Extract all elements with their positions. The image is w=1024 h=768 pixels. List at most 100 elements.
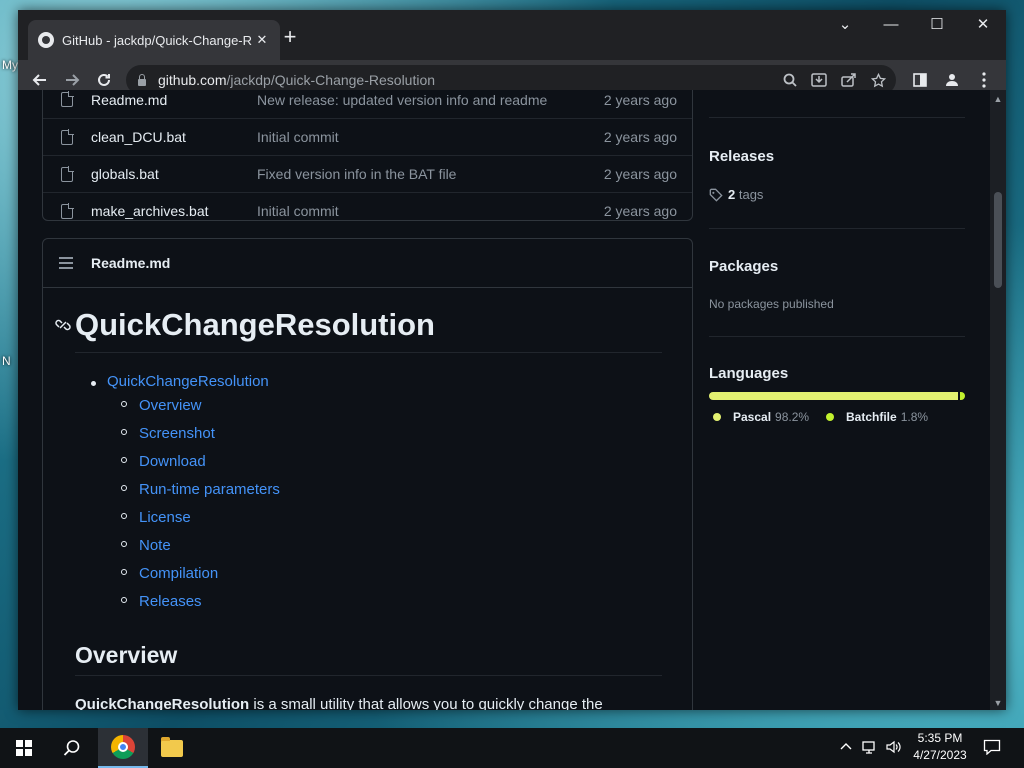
page-viewport: Readme.md New release: updated version i…: [18, 90, 990, 710]
toc-link[interactable]: Run-time parameters: [139, 481, 280, 498]
language-bar-segment[interactable]: [960, 392, 965, 400]
page-scrollbar[interactable]: ▲ ▼: [990, 90, 1006, 710]
language-bar[interactable]: [709, 392, 965, 400]
packages-heading[interactable]: Packages: [709, 258, 778, 275]
tab-search-button[interactable]: ⌄: [822, 10, 868, 42]
file-name[interactable]: clean_DCU.bat: [91, 129, 186, 145]
toc-link[interactable]: Download: [139, 453, 206, 470]
system-clock[interactable]: 5:35 PM 4/27/2023: [905, 730, 975, 764]
language-percent: 1.8%: [900, 410, 929, 424]
outline-list-icon[interactable]: [59, 257, 75, 269]
start-button[interactable]: [0, 728, 48, 768]
kebab-menu-icon: [982, 72, 986, 88]
search-button[interactable]: [48, 728, 96, 768]
scroll-up-icon[interactable]: ▲: [990, 94, 1006, 104]
profile-icon: [946, 74, 958, 86]
file-row[interactable]: globals.bat Fixed version info in the BA…: [43, 155, 692, 192]
network-icon[interactable]: [862, 740, 878, 757]
chrome-icon: [111, 735, 135, 759]
commit-message[interactable]: New release: updated version info and re…: [257, 92, 547, 108]
zoom-search-icon[interactable]: [783, 73, 797, 87]
minimize-button[interactable]: —: [868, 10, 914, 42]
commit-age: 2 years ago: [603, 203, 677, 219]
file-name[interactable]: Readme.md: [91, 92, 167, 108]
languages-heading: Languages: [709, 365, 789, 382]
readme-header: Readme.md: [43, 239, 692, 288]
bullet: [91, 381, 96, 386]
file-name[interactable]: globals.bat: [91, 166, 159, 182]
scroll-thumb[interactable]: [994, 192, 1002, 288]
divider: [75, 352, 662, 353]
readme-paragraph: QuickChangeResolution is a small utility…: [75, 696, 603, 710]
share-icon[interactable]: [841, 72, 857, 87]
toc-link[interactable]: Releases: [139, 593, 202, 610]
scroll-down-icon[interactable]: ▼: [990, 698, 1006, 708]
commit-message[interactable]: Initial commit: [257, 203, 339, 219]
anchor-link-icon[interactable]: [55, 319, 71, 331]
commit-message[interactable]: Initial commit: [257, 129, 339, 145]
close-window-button[interactable]: ✕: [960, 10, 1006, 42]
bullet: [121, 485, 127, 491]
toc-link[interactable]: Note: [139, 537, 171, 554]
notifications-icon[interactable]: [983, 739, 1001, 758]
commit-age: 2 years ago: [603, 129, 677, 145]
back-arrow-icon: [32, 74, 46, 86]
packages-text: No packages published: [709, 297, 834, 311]
tags-count: 2: [728, 187, 736, 202]
divider: [709, 228, 965, 229]
file-row[interactable]: Readme.md New release: updated version i…: [43, 90, 692, 118]
readme-title: QuickChangeResolution: [75, 307, 435, 342]
divider: [709, 336, 965, 337]
commit-age: 2 years ago: [603, 91, 677, 108]
language-bar-segment[interactable]: [709, 392, 959, 400]
new-tab-button[interactable]: +: [276, 24, 304, 52]
language-item[interactable]: Batchfile 1.8%: [826, 410, 928, 424]
toc-link[interactable]: Overview: [139, 397, 202, 414]
toc-link[interactable]: License: [139, 509, 191, 526]
readme-panel: Readme.md QuickChangeResolution QuickCha…: [42, 238, 693, 710]
install-app-icon[interactable]: [811, 72, 827, 87]
toc-link[interactable]: Screenshot: [139, 425, 215, 442]
language-item[interactable]: Pascal 98.2%: [713, 410, 809, 424]
commit-message[interactable]: Fixed version info in the BAT file: [257, 166, 456, 182]
tags-label: tags: [738, 187, 764, 202]
volume-icon[interactable]: [886, 740, 902, 757]
bullet: [121, 569, 127, 575]
readme-filename[interactable]: Readme.md: [91, 255, 170, 271]
chevron-up-icon[interactable]: [840, 740, 852, 756]
bullet: [121, 401, 127, 407]
taskbar-chrome[interactable]: [98, 728, 148, 768]
bullet: [121, 513, 127, 519]
tags-link[interactable]: 2 tags: [728, 187, 763, 202]
commit-age: 2 years ago: [603, 166, 677, 182]
toc-link[interactable]: Compilation: [139, 565, 218, 582]
clock-time: 5:35 PM: [917, 731, 963, 745]
browser-window: GitHub - jackdp/Quick-Change-R ✕ + ⌄ — ☐…: [18, 10, 1006, 710]
file-name[interactable]: make_archives.bat: [91, 203, 209, 219]
file-icon: [61, 91, 74, 107]
section-heading: Overview: [75, 642, 178, 668]
folder-icon: [161, 736, 183, 757]
file-row[interactable]: clean_DCU.bat Initial commit 2 years ago: [43, 118, 692, 155]
file-icon: [61, 202, 74, 219]
bookmark-star-icon[interactable]: [871, 72, 886, 88]
releases-heading[interactable]: Releases: [709, 148, 774, 165]
desktop-icon-label[interactable]: N: [2, 354, 11, 368]
language-color-dot: [826, 413, 834, 421]
language-color-dot: [713, 413, 721, 421]
maximize-button[interactable]: ☐: [914, 10, 960, 42]
taskbar-file-explorer[interactable]: [148, 728, 196, 768]
browser-tab[interactable]: GitHub - jackdp/Quick-Change-R ✕: [28, 20, 280, 60]
divider: [709, 117, 965, 118]
windows-icon: [16, 740, 32, 756]
bold-text: QuickChangeResolution: [75, 696, 250, 710]
toc-link[interactable]: QuickChangeResolution: [107, 373, 269, 390]
bullet: [121, 457, 127, 463]
divider: [75, 675, 662, 676]
desktop-icon-label[interactable]: My: [2, 58, 18, 72]
file-row[interactable]: make_archives.bat Initial commit 2 years…: [43, 192, 692, 229]
lock-icon[interactable]: [136, 74, 148, 86]
language-percent: 98.2%: [775, 410, 810, 424]
clock-date: 4/27/2023: [913, 748, 967, 762]
close-tab-icon[interactable]: ✕: [254, 32, 270, 48]
